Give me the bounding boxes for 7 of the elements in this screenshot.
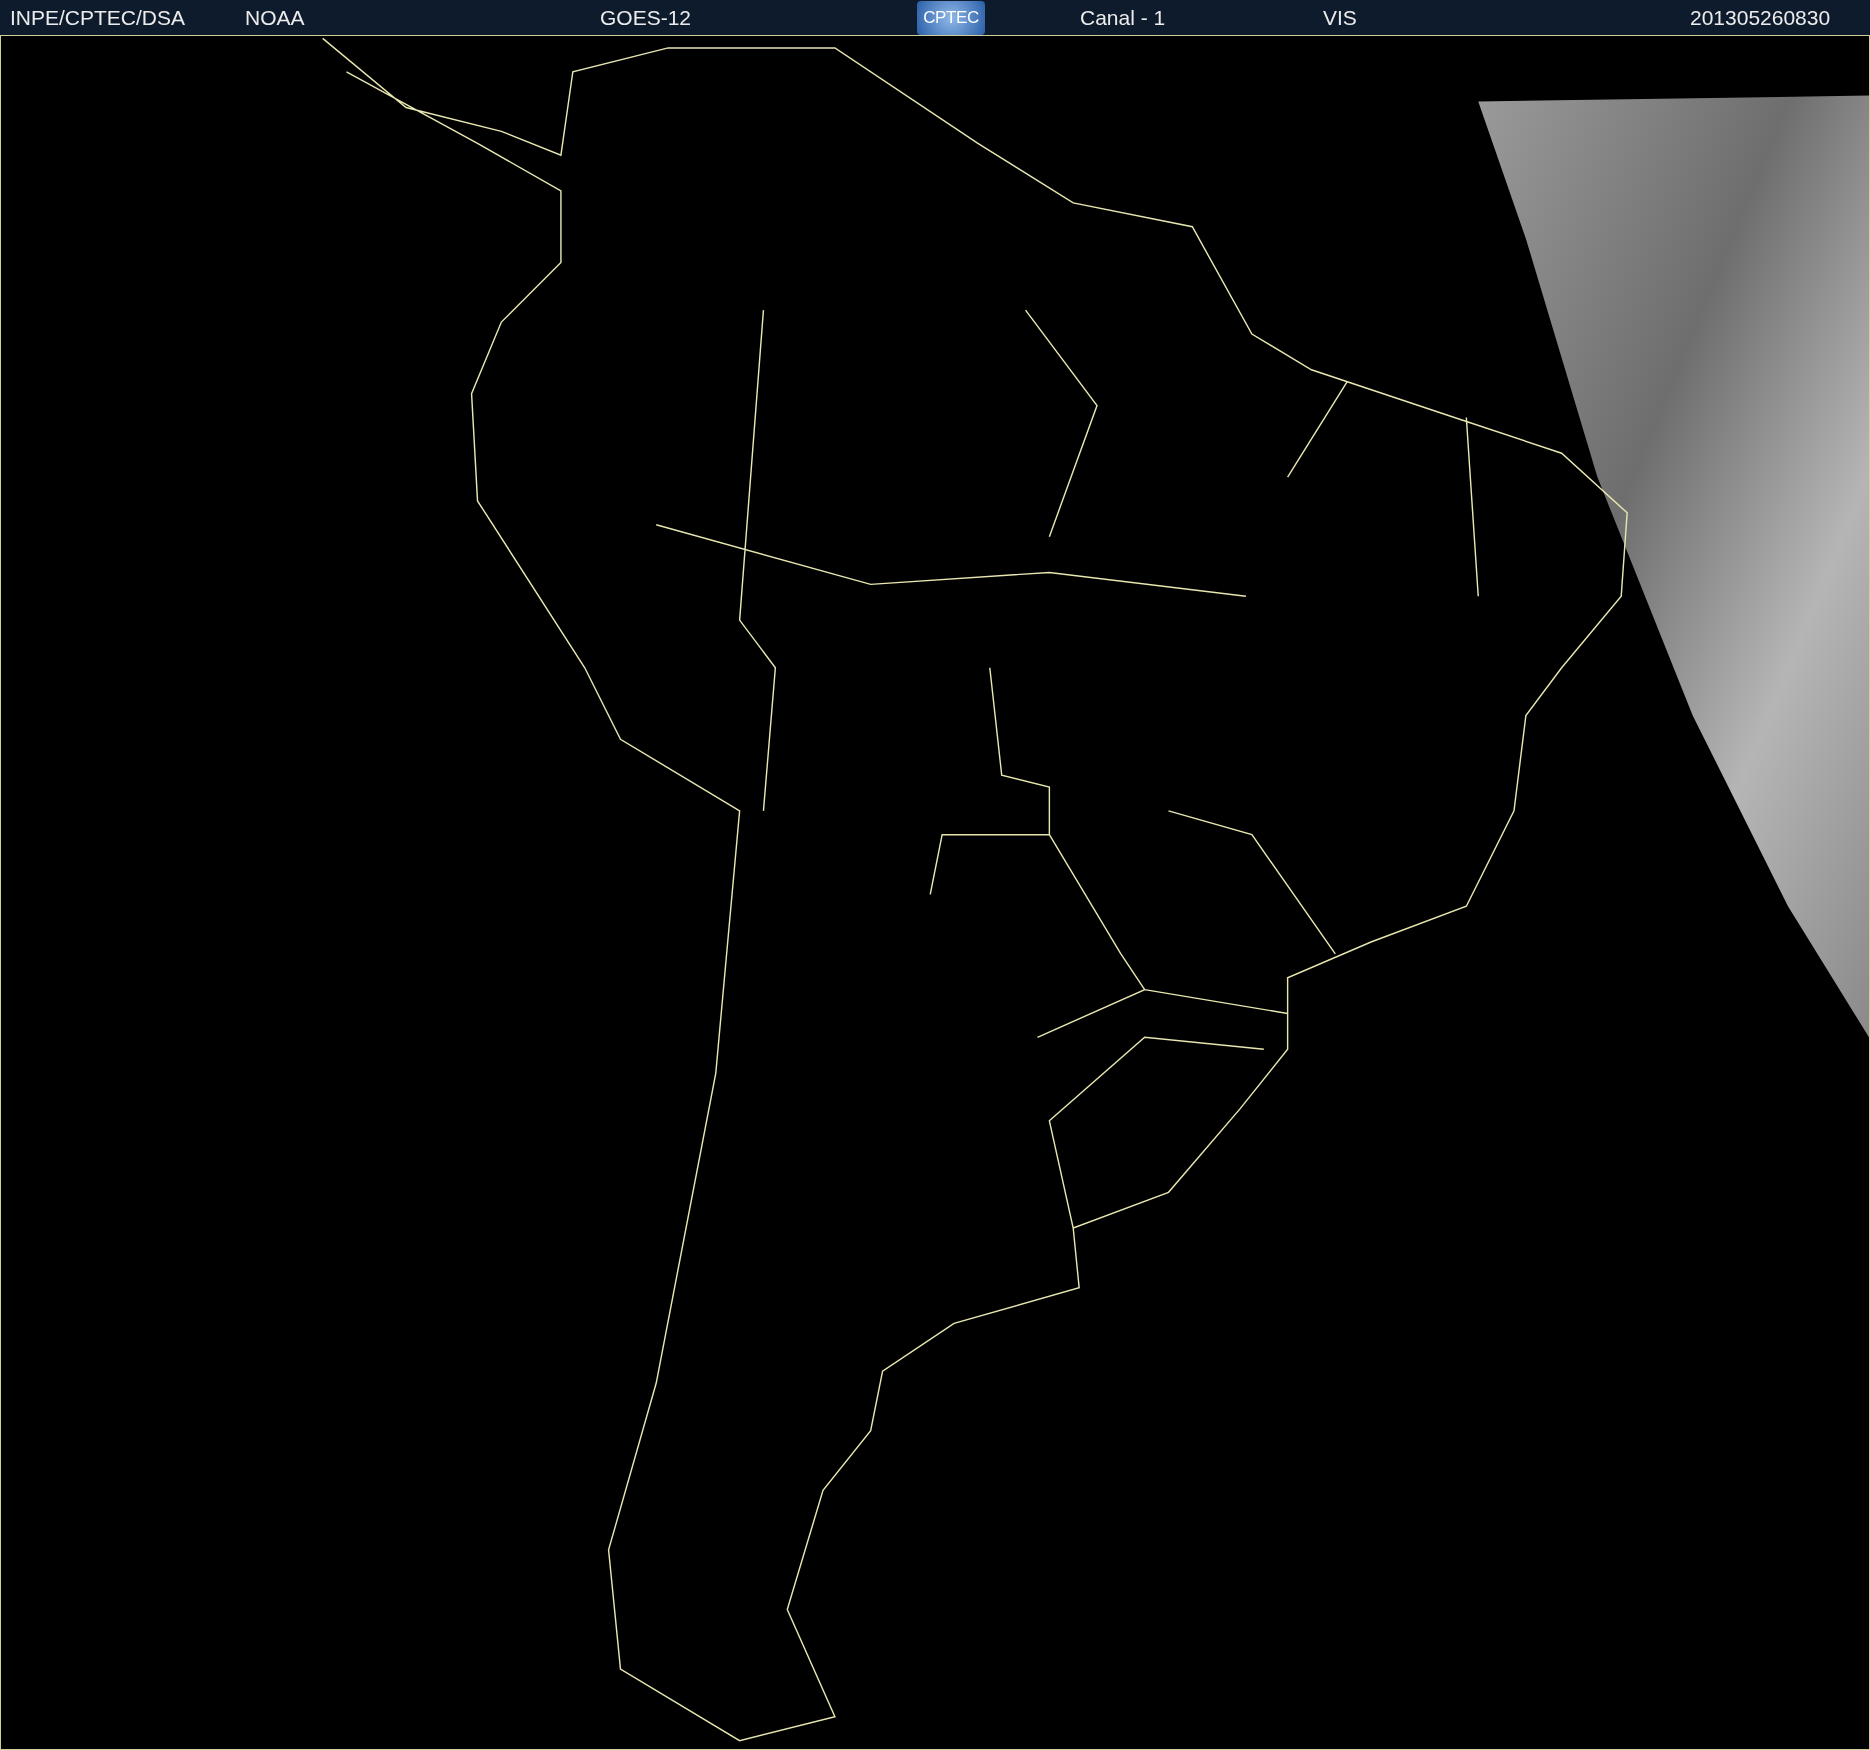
header-label: 201305260830 [1690,7,1831,28]
header-label: VIS [1323,7,1357,28]
header-label: INPE/CPTEC/DSA [10,7,186,28]
header-label: NOAA [245,7,305,28]
header-label: Canal - 1 [1080,7,1166,28]
cptec-logo: CPTEC [917,0,985,35]
header-label: GOES-12 [600,7,692,28]
